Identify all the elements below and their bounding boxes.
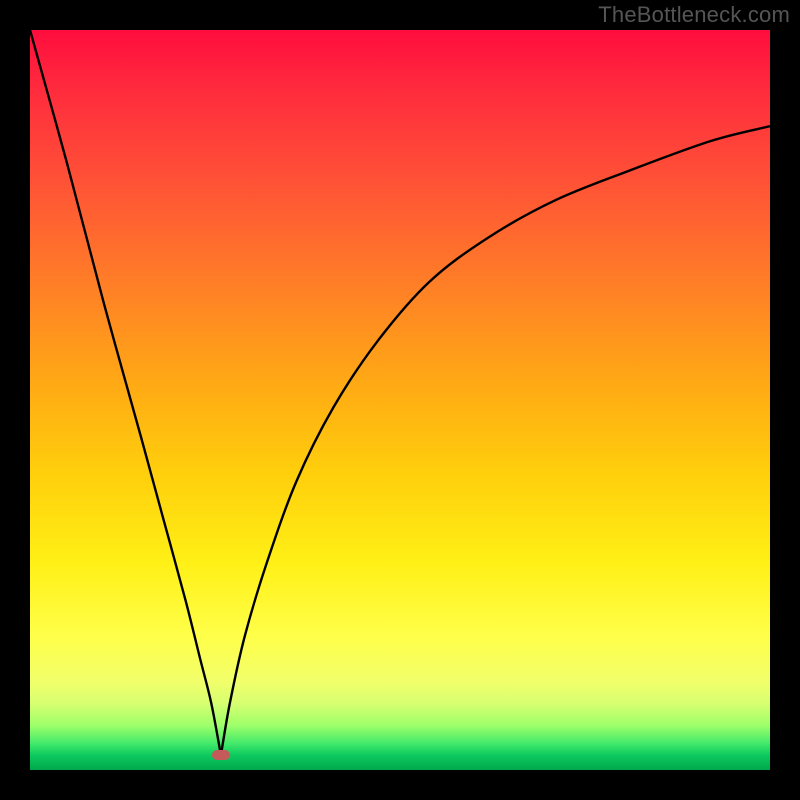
chart-frame: TheBottleneck.com (0, 0, 800, 800)
curve-layer (30, 30, 770, 770)
watermark-text: TheBottleneck.com (598, 2, 790, 28)
curve-left-branch (30, 30, 221, 755)
minimum-marker (212, 750, 230, 760)
curve-right-branch (221, 126, 770, 755)
